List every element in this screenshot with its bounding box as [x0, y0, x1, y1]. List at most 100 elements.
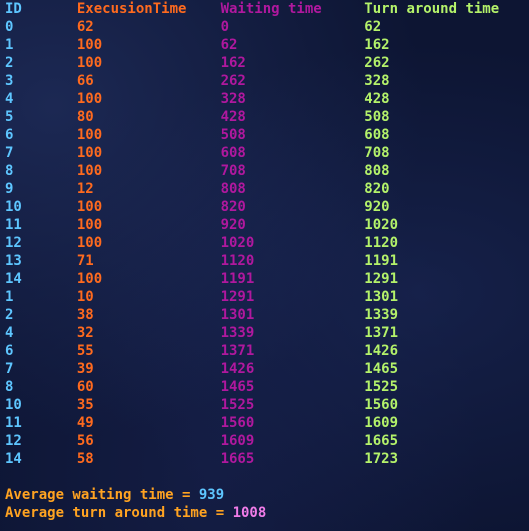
- table-row: 11 49 1560 1609: [5, 414, 524, 432]
- cell-turnaround-time: 820: [364, 181, 390, 197]
- cell-waiting-time: 1371: [220, 343, 255, 359]
- cell-id: 14: [5, 451, 22, 467]
- cell-execution-time: 10: [76, 289, 94, 305]
- cell-turnaround-time: 162: [364, 37, 390, 53]
- cell-turnaround-time: 1339: [364, 307, 399, 323]
- terminal-window: ID ExecusionTime Waiting time Turn aroun…: [0, 0, 529, 531]
- cell-id: 2: [5, 307, 14, 323]
- table-row: 8 100 708 808: [5, 162, 524, 180]
- cell-execution-time: 100: [76, 217, 103, 233]
- cell-execution-time: 100: [76, 91, 103, 107]
- cell-turnaround-time: 1665: [364, 433, 399, 449]
- cell-waiting-time: 1291: [220, 289, 255, 305]
- cell-execution-time: 71: [76, 253, 94, 269]
- table-row: 13 71 1120 1191: [5, 252, 524, 270]
- cell-id: 11: [5, 415, 22, 431]
- table-row: 7 100 608 708: [5, 144, 524, 162]
- cell-turnaround-time: 428: [364, 91, 390, 107]
- cell-id: 3: [5, 73, 14, 89]
- table-row: 14 100 1191 1291: [5, 270, 524, 288]
- cell-execution-time: 12: [76, 181, 94, 197]
- cell-turnaround-time: 808: [364, 163, 390, 179]
- cell-turnaround-time: 1723: [364, 451, 399, 467]
- cell-waiting-time: 1426: [220, 361, 255, 377]
- cell-id: 8: [5, 379, 14, 395]
- cell-id: 9: [5, 181, 14, 197]
- average-waiting-label: Average waiting time =: [5, 487, 199, 503]
- cell-waiting-time: 1301: [220, 307, 255, 323]
- cell-waiting-time: 1339: [220, 325, 255, 341]
- average-turnaround-label: Average turn around time =: [5, 505, 233, 521]
- cell-execution-time: 35: [76, 397, 94, 413]
- table-row: 5 80 428 508: [5, 108, 524, 126]
- cell-id: 6: [5, 127, 14, 143]
- cell-turnaround-time: 608: [364, 127, 390, 143]
- cell-execution-time: 62: [76, 19, 94, 35]
- cell-id: 11: [5, 217, 22, 233]
- cell-id: 0: [5, 19, 14, 35]
- header-turnaround-time: Turn around time: [364, 1, 500, 17]
- cell-waiting-time: 62: [220, 37, 238, 53]
- cell-execution-time: 100: [76, 271, 103, 287]
- table-row: 4 32 1339 1371: [5, 324, 524, 342]
- table-row: 1 10 1291 1301: [5, 288, 524, 306]
- average-waiting-line: Average waiting time = 939: [5, 486, 524, 504]
- cell-waiting-time: 1609: [220, 433, 255, 449]
- cell-turnaround-time: 1120: [364, 235, 399, 251]
- cell-id: 12: [5, 235, 22, 251]
- header-execution-time: ExecusionTime: [76, 1, 187, 17]
- cell-id: 13: [5, 253, 22, 269]
- table-row: 9 12 808 820: [5, 180, 524, 198]
- cell-id: 6: [5, 343, 14, 359]
- table-row: 6 100 508 608: [5, 126, 524, 144]
- cell-turnaround-time: 1609: [364, 415, 399, 431]
- cell-id: 5: [5, 109, 14, 125]
- cell-id: 10: [5, 397, 22, 413]
- cell-turnaround-time: 920: [364, 199, 390, 215]
- cell-waiting-time: 1120: [220, 253, 255, 269]
- table-row: 0 62 0 62: [5, 18, 524, 36]
- cell-execution-time: 55: [76, 343, 94, 359]
- cell-execution-time: 100: [76, 37, 103, 53]
- cell-waiting-time: 162: [220, 55, 246, 71]
- cell-execution-time: 39: [76, 361, 94, 377]
- cell-waiting-time: 1560: [220, 415, 255, 431]
- cell-execution-time: 58: [76, 451, 94, 467]
- table-row: 2 100 162 262: [5, 54, 524, 72]
- table-header: ID ExecusionTime Waiting time Turn aroun…: [5, 0, 524, 18]
- cell-id: 4: [5, 91, 14, 107]
- table-row: 1 100 62 162: [5, 36, 524, 54]
- cell-turnaround-time: 708: [364, 145, 390, 161]
- cell-waiting-time: 820: [220, 199, 246, 215]
- cell-id: 10: [5, 199, 22, 215]
- cell-id: 12: [5, 433, 22, 449]
- average-turnaround-value: 1008: [232, 505, 267, 521]
- cell-waiting-time: 1191: [220, 271, 255, 287]
- cell-execution-time: 32: [76, 325, 94, 341]
- cell-turnaround-time: 1301: [364, 289, 399, 305]
- cell-id: 7: [5, 145, 14, 161]
- cell-waiting-time: 1665: [220, 451, 255, 467]
- cell-id: 1: [5, 289, 14, 305]
- cell-turnaround-time: 328: [364, 73, 390, 89]
- cell-execution-time: 56: [76, 433, 94, 449]
- cell-execution-time: 100: [76, 235, 103, 251]
- cell-waiting-time: 328: [220, 91, 246, 107]
- cell-waiting-time: 428: [220, 109, 246, 125]
- cell-execution-time: 100: [76, 199, 103, 215]
- cell-execution-time: 60: [76, 379, 94, 395]
- cell-waiting-time: 508: [220, 127, 246, 143]
- cell-id: 2: [5, 55, 14, 71]
- cell-execution-time: 100: [76, 55, 103, 71]
- table-body: 0 62 0 62 1 100 62 162 2 100 162 262 3 66 262 328 4 100 32…: [5, 18, 524, 468]
- cell-waiting-time: 608: [220, 145, 246, 161]
- cell-id: 4: [5, 325, 14, 341]
- table-row: 14 58 1665 1723: [5, 450, 524, 468]
- cell-execution-time: 49: [76, 415, 94, 431]
- cell-execution-time: 66: [76, 73, 94, 89]
- cell-waiting-time: 708: [220, 163, 246, 179]
- cell-waiting-time: 262: [220, 73, 246, 89]
- cell-turnaround-time: 1291: [364, 271, 399, 287]
- table-row: 12 100 1020 1120: [5, 234, 524, 252]
- table-row: 7 39 1426 1465: [5, 360, 524, 378]
